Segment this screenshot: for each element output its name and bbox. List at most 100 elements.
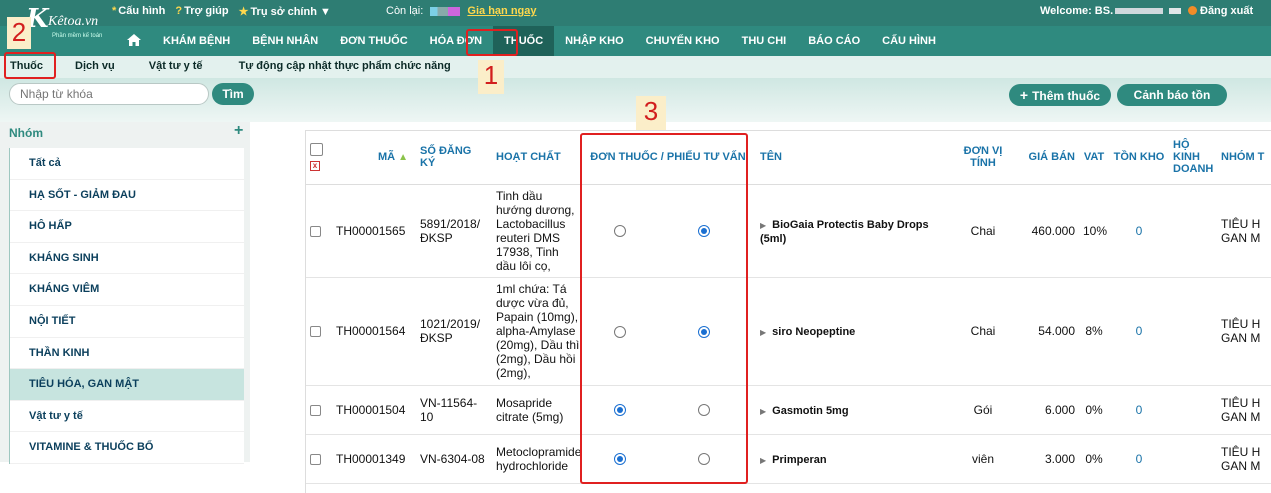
remaining-info: Còn lại: Gia hạn ngay bbox=[386, 5, 537, 17]
table-row: TH00001565 5891/2018/ ĐKSP Tinh dầu hướn… bbox=[306, 184, 1271, 278]
group-item[interactable]: VITAMINE & THUỐC BỔ bbox=[10, 432, 244, 464]
group-item[interactable]: KHÁNG SINH bbox=[10, 242, 244, 275]
row-checkbox[interactable] bbox=[310, 326, 321, 338]
cell-unit: Chai bbox=[947, 277, 1019, 386]
col-name[interactable]: TÊN bbox=[752, 131, 947, 185]
group-list: Tất cả HẠ SỐT - GIẢM ĐAU HÔ HẤP KHÁNG SI… bbox=[9, 148, 244, 464]
cell-name[interactable]: BioGaia Protectis Baby Drops (5ml) bbox=[760, 219, 929, 245]
annotation-box-2 bbox=[4, 52, 56, 79]
welcome-text: Welcome: BS. bbox=[1040, 5, 1187, 17]
cell-group: TIÊU H GAN M bbox=[1217, 184, 1271, 278]
table-row: TH00001504 VN-11564-10 Mosapride citrate… bbox=[306, 385, 1271, 435]
stock-warning-button[interactable]: Cảnh báo tồn bbox=[1117, 84, 1227, 106]
logout-link[interactable]: Đăng xuất bbox=[1188, 5, 1253, 17]
asterisk-icon: * bbox=[112, 5, 117, 17]
subnav-dich-vu[interactable]: Dịch vụ bbox=[57, 56, 133, 78]
col-biz[interactable]: HỘ KINH DOANH bbox=[1169, 131, 1217, 185]
cell-code: TH00001565 bbox=[332, 184, 416, 278]
main-nav: KHÁM BỆNH BỆNH NHÂN ĐƠN THUỐC HÓA ĐƠN TH… bbox=[0, 26, 1271, 56]
cell-group: TIÊU H GAN M bbox=[1217, 277, 1271, 386]
cell-reg: VN-11564-10 bbox=[416, 385, 492, 435]
top-link-help[interactable]: ? Trợ giúp bbox=[175, 5, 228, 18]
cell-unit: Chai bbox=[947, 184, 1019, 278]
group-item[interactable]: THẦN KINH bbox=[10, 337, 244, 370]
add-drug-button[interactable]: + Thêm thuốc bbox=[1009, 84, 1111, 106]
cell-price: 54.000 bbox=[1019, 277, 1079, 386]
row-checkbox[interactable] bbox=[310, 404, 321, 416]
cell-name[interactable]: siro Neopeptine bbox=[772, 326, 855, 338]
cell-stock[interactable]: 0 bbox=[1109, 277, 1169, 386]
annotation-number-3: 3 bbox=[636, 96, 666, 130]
cell-stock[interactable]: 0 bbox=[1109, 184, 1169, 278]
group-item[interactable]: HẠ SỐT - GIẢM ĐAU bbox=[10, 179, 244, 212]
row-checkbox[interactable] bbox=[310, 225, 321, 237]
top-bar: * Cấu hình ? Trợ giúp ★ Trụ sở chính ▼ Còn … bbox=[0, 0, 1271, 26]
top-link-config[interactable]: * Cấu hình bbox=[112, 5, 165, 18]
col-price[interactable]: GIÁ BÁN bbox=[1019, 131, 1079, 185]
cell-code: TH00001349 bbox=[332, 434, 416, 484]
nav-benh-nhan[interactable]: BỆNH NHÂN bbox=[241, 26, 329, 56]
nav-kham-benh[interactable]: KHÁM BỆNH bbox=[152, 26, 241, 56]
star-icon: ★ bbox=[238, 6, 249, 18]
chevron-down-icon: ▼ bbox=[320, 6, 331, 18]
col-unit[interactable]: ĐƠN VỊ TÍNH bbox=[947, 131, 1019, 185]
caret-right-icon: ▶ bbox=[760, 455, 767, 465]
group-item-selected[interactable]: TIÊU HÓA, GAN MẬT bbox=[10, 369, 244, 401]
cell-unit: Gói bbox=[947, 385, 1019, 435]
cell-stock[interactable]: 0 bbox=[1109, 434, 1169, 484]
top-links: * Cấu hình ? Trợ giúp ★ Trụ sở chính ▼ bbox=[112, 5, 331, 18]
group-item[interactable]: Tất cả bbox=[10, 148, 244, 180]
search-button[interactable]: Tìm bbox=[212, 83, 254, 105]
plus-icon: + bbox=[1019, 87, 1029, 103]
nav-chuyen-kho[interactable]: CHUYỂN KHO bbox=[635, 26, 731, 56]
redacted-name-2 bbox=[1169, 8, 1182, 15]
subnav-auto-update[interactable]: Tự động cập nhật thực phẩm chức năng bbox=[221, 56, 461, 78]
home-icon[interactable] bbox=[127, 34, 141, 46]
cell-ingredient: Metoclopramide hydrochloride bbox=[492, 434, 584, 484]
sub-nav: Thuốc Dịch vụ Vật tư y tế Tự động cập nh… bbox=[0, 56, 1271, 78]
select-all-cell: x bbox=[306, 131, 332, 185]
subnav-vat-tu-y-te[interactable]: Vật tư y tế bbox=[133, 56, 221, 78]
row-checkbox[interactable] bbox=[310, 453, 321, 465]
cell-ingredient: Mosapride citrate (5mg) bbox=[492, 385, 584, 435]
nav-cau-hinh[interactable]: CẤU HÌNH bbox=[871, 26, 947, 56]
cell-code: TH00001504 bbox=[332, 385, 416, 435]
cell-vat: 0% bbox=[1079, 385, 1109, 435]
cell-stock[interactable]: 0 bbox=[1109, 385, 1169, 435]
annotation-box-1 bbox=[466, 29, 518, 56]
annotation-box-3 bbox=[580, 133, 748, 484]
cell-reg: VN-6304-08 bbox=[416, 434, 492, 484]
nav-thu-chi[interactable]: THU CHI bbox=[731, 26, 798, 56]
cell-ingredient: Tinh dầu hướng dương, Lactobacillus reut… bbox=[492, 184, 584, 278]
add-group-icon[interactable]: + bbox=[234, 122, 243, 140]
col-code[interactable]: MÃ ▲ bbox=[332, 131, 416, 185]
select-all-checkbox[interactable] bbox=[310, 143, 323, 157]
group-item[interactable]: NỘI TIẾT bbox=[10, 305, 244, 338]
col-stock[interactable]: TỒN KHO bbox=[1109, 131, 1169, 185]
search-input[interactable] bbox=[9, 83, 209, 105]
group-item[interactable]: HÔ HẤP bbox=[10, 211, 244, 243]
caret-right-icon: ▶ bbox=[760, 328, 767, 337]
nav-items: KHÁM BỆNH BỆNH NHÂN ĐƠN THUỐC HÓA ĐƠN TH… bbox=[152, 26, 947, 56]
cell-price: 460.000 bbox=[1019, 184, 1079, 278]
delete-selected-icon[interactable]: x bbox=[310, 161, 320, 172]
renew-link[interactable]: Gia hạn ngay bbox=[467, 5, 536, 17]
cell-name[interactable]: Primperan bbox=[772, 454, 826, 466]
table-row: TH00001564 1021/2019/ ĐKSP 1ml chứa: Tá … bbox=[306, 277, 1271, 386]
nav-don-thuoc[interactable]: ĐƠN THUỐC bbox=[329, 26, 418, 56]
nav-bao-cao[interactable]: BÁO CÁO bbox=[797, 26, 871, 56]
cell-reg: 1021/2019/ ĐKSP bbox=[416, 277, 492, 386]
top-link-branch[interactable]: ★ Trụ sở chính ▼ bbox=[239, 5, 331, 18]
col-reg[interactable]: SỐ ĐĂNG KÝ bbox=[416, 131, 492, 185]
col-group[interactable]: NHÓM T bbox=[1217, 131, 1271, 185]
group-item[interactable]: Vật tư y tế bbox=[10, 400, 244, 433]
cell-price: 6.000 bbox=[1019, 385, 1079, 435]
col-ingredient[interactable]: HOẠT CHẤT bbox=[492, 131, 584, 185]
nav-nhap-kho[interactable]: NHẬP KHO bbox=[554, 26, 634, 56]
logout-icon bbox=[1188, 6, 1197, 15]
group-sidebar: Nhóm + Tất cả HẠ SỐT - GIẢM ĐAU HÔ HẤP K… bbox=[0, 122, 250, 464]
caret-right-icon: ▶ bbox=[760, 406, 767, 416]
cell-name[interactable]: Gasmotin 5mg bbox=[772, 405, 848, 417]
col-vat[interactable]: VAT bbox=[1079, 131, 1109, 185]
group-item[interactable]: KHÁNG VIÊM bbox=[10, 274, 244, 306]
